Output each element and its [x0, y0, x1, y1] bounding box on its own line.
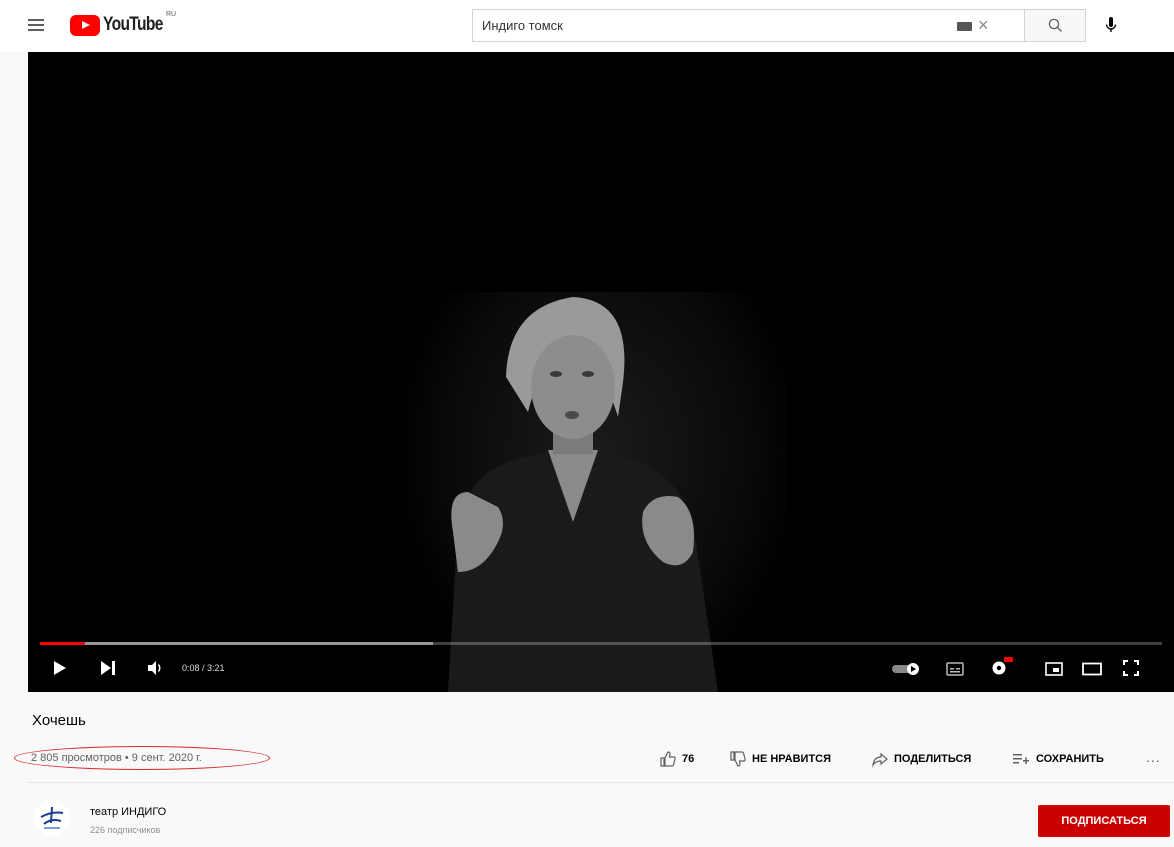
- search-icon: [1048, 18, 1062, 32]
- search-input[interactable]: [482, 10, 942, 41]
- video-performer-image: [448, 297, 718, 692]
- keyboard-icon[interactable]: [957, 22, 972, 31]
- dislike-label: НЕ НРАВИТСЯ: [752, 753, 832, 765]
- subscribe-button[interactable]: ПОДПИСАТЬСЯ: [1038, 805, 1170, 837]
- next-icon[interactable]: [100, 660, 116, 676]
- menu-icon[interactable]: [26, 14, 48, 36]
- theater-mode-icon[interactable]: [1082, 662, 1102, 676]
- add-to-playlist-icon: [1013, 754, 1029, 764]
- logo-country-code: RU: [166, 11, 177, 18]
- annotation-ellipse: 2 805 просмотров • 9 сент. 2020 г.: [14, 746, 270, 770]
- progress-played: [40, 642, 85, 645]
- divider: [28, 782, 1174, 783]
- masthead: YouTube RU ×: [0, 0, 1174, 52]
- channel-logo-icon: [40, 806, 64, 829]
- clear-icon[interactable]: ×: [978, 15, 989, 35]
- subtitles-icon[interactable]: [946, 661, 964, 677]
- channel-avatar[interactable]: [34, 800, 70, 836]
- autoplay-toggle-icon[interactable]: [892, 662, 922, 676]
- video-player[interactable]: 0:08 / 3:21: [28, 52, 1174, 692]
- microphone-icon: [1105, 17, 1117, 32]
- search-button[interactable]: [1024, 9, 1086, 42]
- thumbs-up-icon: [660, 751, 676, 767]
- channel-subscriber-count: 226 подписчиков: [90, 825, 161, 835]
- fullscreen-icon[interactable]: [1122, 659, 1140, 677]
- save-button[interactable]: СОХРАНИТЬ: [1012, 750, 1104, 768]
- logo-text: YouTube: [103, 14, 163, 35]
- miniplayer-icon[interactable]: [1045, 661, 1063, 677]
- dislike-button[interactable]: НЕ НРАВИТСЯ: [730, 750, 831, 768]
- like-button[interactable]: 76: [660, 750, 694, 768]
- share-label: ПОДЕЛИТЬСЯ: [894, 753, 972, 765]
- share-button[interactable]: ПОДЕЛИТЬСЯ: [872, 750, 971, 768]
- video-views-date: 2 805 просмотров • 9 сент. 2020 г.: [31, 752, 202, 764]
- video-title: Хочешь: [32, 712, 86, 729]
- settings-gear-icon[interactable]: [990, 657, 1014, 677]
- play-icon[interactable]: [52, 660, 68, 676]
- time-display: 0:08 / 3:21: [182, 663, 225, 673]
- progress-buffered: [40, 642, 433, 645]
- channel-name[interactable]: театр ИНДИГО: [90, 806, 166, 818]
- thumbs-down-icon: [730, 751, 746, 767]
- more-actions-button[interactable]: ...: [1146, 749, 1161, 765]
- volume-icon[interactable]: [146, 659, 164, 677]
- youtube-play-icon: [70, 14, 100, 36]
- search-box: ×: [472, 9, 1024, 42]
- save-label: СОХРАНИТЬ: [1036, 753, 1104, 765]
- microphone-button[interactable]: [1098, 12, 1124, 38]
- youtube-logo[interactable]: YouTube RU: [70, 11, 177, 37]
- like-count: 76: [682, 753, 695, 765]
- share-icon: [872, 752, 888, 767]
- progress-bar[interactable]: [40, 642, 1162, 645]
